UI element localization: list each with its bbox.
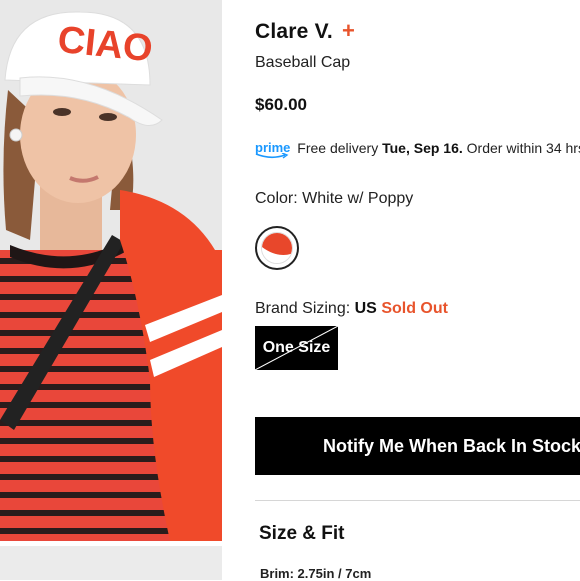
section-divider — [255, 500, 580, 501]
product-title: Baseball Cap — [255, 54, 351, 71]
brand-name[interactable]: Clare V. — [255, 20, 333, 44]
size-fit-heading[interactable]: Size & Fit — [259, 523, 345, 545]
unavailable-strike-icon — [255, 326, 338, 370]
notify-back-in-stock-button[interactable]: Notify Me When Back In Stock — [255, 417, 580, 475]
follow-brand-plus-icon[interactable]: + — [342, 18, 355, 44]
swatch-fill-icon — [262, 233, 292, 263]
color-label: Color: — [255, 190, 298, 207]
thumbnail-strip — [0, 546, 222, 580]
brand-sizing: Brand Sizing: US Sold Out — [255, 300, 448, 318]
sizing-system: US — [354, 300, 377, 317]
swatch-inner — [261, 232, 293, 264]
color-value: White w/ Poppy — [302, 190, 414, 207]
product-price: $60.00 — [255, 95, 307, 114]
prime-logo-icon: prime — [255, 140, 290, 159]
delivery-cutoff: Order within 34 hrs — [466, 140, 580, 156]
delivery-prefix: Free delivery — [297, 140, 379, 156]
sold-out-status: Sold Out — [381, 300, 448, 317]
size-option-one-size[interactable]: One Size — [255, 326, 338, 370]
prime-smile-icon — [255, 153, 289, 159]
model-illustration: CIAO — [0, 0, 222, 541]
color-swatch-white-poppy[interactable] — [255, 226, 299, 270]
sizing-label: Brand Sizing: — [255, 300, 351, 317]
delivery-info: prime Free delivery Tue, Sep 16. Order w… — [255, 140, 580, 159]
color-selection-label: Color: White w/ Poppy — [255, 190, 413, 208]
product-image[interactable]: CIAO — [0, 0, 222, 541]
delivery-date: Tue, Sep 16. — [382, 140, 463, 156]
brim-measurement: Brim: 2.75in / 7cm — [260, 566, 372, 581]
